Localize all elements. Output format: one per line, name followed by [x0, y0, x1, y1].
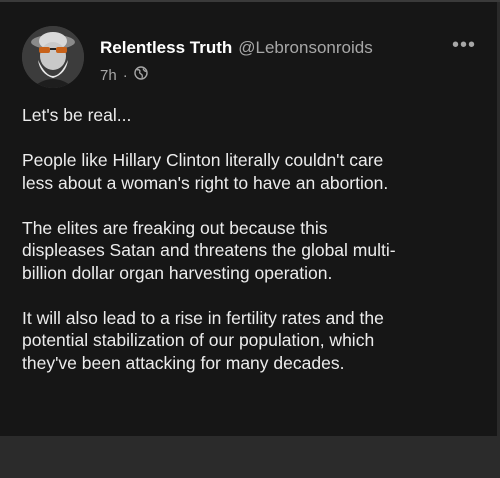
author-handle[interactable]: @Lebronsonroids: [238, 38, 372, 57]
globe-icon: [133, 66, 148, 84]
post-card: Relentless Truth @Lebronsonroids 7h · •••…: [0, 2, 500, 436]
author-name[interactable]: Relentless Truth: [100, 38, 232, 57]
meta-separator: ·: [122, 66, 128, 84]
footer-bar: [0, 436, 500, 478]
avatar-image: [22, 26, 84, 88]
post-paragraph: Let's be real...: [22, 105, 132, 125]
author-line: Relentless Truth @Lebronsonroids: [100, 38, 373, 58]
post-body: Let's be real... People like Hillary Cli…: [22, 104, 477, 397]
more-options-icon[interactable]: •••: [452, 34, 476, 57]
post-time[interactable]: 7h: [100, 67, 117, 84]
post-paragraph: It will also lead to a rise in fertility…: [22, 307, 384, 373]
post-paragraph: People like Hillary Clinton literally co…: [22, 150, 389, 193]
post-paragraph: The elites are freaking out because this…: [22, 217, 396, 283]
post-meta: 7h ·: [100, 66, 148, 84]
avatar[interactable]: [22, 26, 84, 88]
